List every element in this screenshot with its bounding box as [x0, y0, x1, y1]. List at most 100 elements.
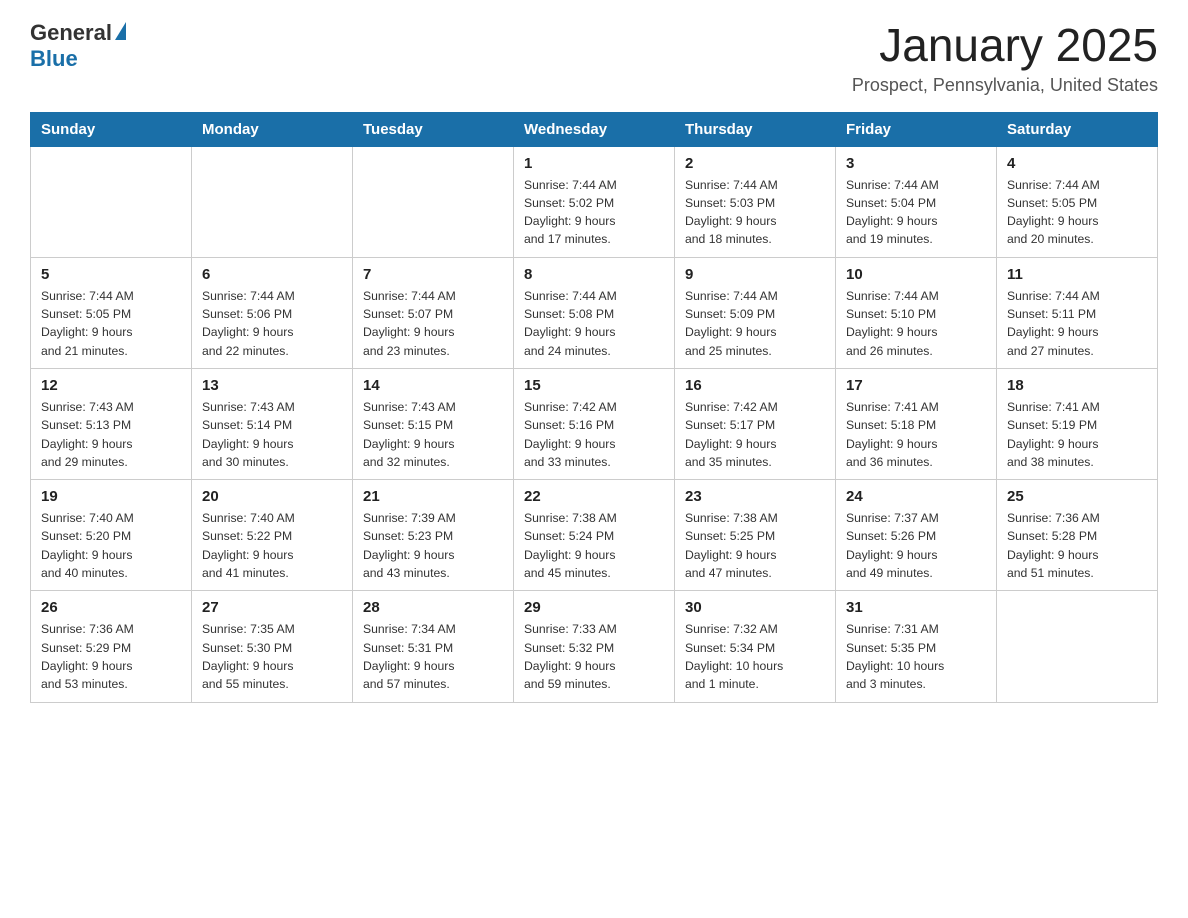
- day-number: 15: [524, 377, 664, 394]
- day-number: 14: [363, 377, 503, 394]
- calendar-cell: 19 Sunrise: 7:40 AMSunset: 5:20 PMDayligh…: [31, 480, 192, 591]
- day-info: Sunrise: 7:44 AMSunset: 5:09 PMDaylight:…: [685, 287, 825, 360]
- calendar-cell: 24 Sunrise: 7:37 AMSunset: 5:26 PMDayligh…: [836, 480, 997, 591]
- day-info: Sunrise: 7:42 AMSunset: 5:16 PMDaylight:…: [524, 398, 664, 471]
- day-number: 26: [41, 599, 181, 616]
- day-info: Sunrise: 7:38 AMSunset: 5:24 PMDaylight:…: [524, 509, 664, 582]
- day-number: 20: [202, 488, 342, 505]
- calendar-cell: 2 Sunrise: 7:44 AMSunset: 5:03 PMDaylight…: [675, 146, 836, 257]
- day-number: 4: [1007, 155, 1147, 172]
- day-number: 5: [41, 266, 181, 283]
- day-number: 9: [685, 266, 825, 283]
- calendar-cell: 15 Sunrise: 7:42 AMSunset: 5:16 PMDayligh…: [514, 368, 675, 479]
- calendar-cell: 6 Sunrise: 7:44 AMSunset: 5:06 PMDaylight…: [192, 257, 353, 368]
- calendar-cell: 22 Sunrise: 7:38 AMSunset: 5:24 PMDayligh…: [514, 480, 675, 591]
- day-info: Sunrise: 7:41 AMSunset: 5:19 PMDaylight:…: [1007, 398, 1147, 471]
- calendar-week-row: 19 Sunrise: 7:40 AMSunset: 5:20 PMDayligh…: [31, 480, 1158, 591]
- calendar-week-row: 5 Sunrise: 7:44 AMSunset: 5:05 PMDaylight…: [31, 257, 1158, 368]
- day-info: Sunrise: 7:44 AMSunset: 5:05 PMDaylight:…: [41, 287, 181, 360]
- day-number: 2: [685, 155, 825, 172]
- day-number: 10: [846, 266, 986, 283]
- day-number: 7: [363, 266, 503, 283]
- day-of-week-header: Thursday: [675, 112, 836, 146]
- calendar-cell: 9 Sunrise: 7:44 AMSunset: 5:09 PMDaylight…: [675, 257, 836, 368]
- day-number: 6: [202, 266, 342, 283]
- day-of-week-header: Saturday: [997, 112, 1158, 146]
- day-number: 8: [524, 266, 664, 283]
- day-number: 29: [524, 599, 664, 616]
- logo-blue-text: Blue: [30, 46, 78, 71]
- day-info: Sunrise: 7:44 AMSunset: 5:03 PMDaylight:…: [685, 176, 825, 249]
- day-info: Sunrise: 7:40 AMSunset: 5:22 PMDaylight:…: [202, 509, 342, 582]
- calendar-cell: 31Sunrise: 7:31 AMSunset: 5:35 PMDayligh…: [836, 591, 997, 702]
- day-info: Sunrise: 7:42 AMSunset: 5:17 PMDaylight:…: [685, 398, 825, 471]
- day-info: Sunrise: 7:44 AMSunset: 5:06 PMDaylight:…: [202, 287, 342, 360]
- day-info: Sunrise: 7:44 AMSunset: 5:10 PMDaylight:…: [846, 287, 986, 360]
- day-of-week-header: Sunday: [31, 112, 192, 146]
- calendar-week-row: 1Sunrise: 7:44 AMSunset: 5:02 PMDaylight…: [31, 146, 1158, 257]
- day-info: Sunrise: 7:37 AMSunset: 5:26 PMDaylight:…: [846, 509, 986, 582]
- calendar-cell: 1Sunrise: 7:44 AMSunset: 5:02 PMDaylight…: [514, 146, 675, 257]
- day-number: 12: [41, 377, 181, 394]
- calendar-cell: [192, 146, 353, 257]
- calendar-cell: 26 Sunrise: 7:36 AMSunset: 5:29 PMDayligh…: [31, 591, 192, 702]
- calendar-cell: 18 Sunrise: 7:41 AMSunset: 5:19 PMDayligh…: [997, 368, 1158, 479]
- calendar-cell: 10 Sunrise: 7:44 AMSunset: 5:10 PMDayligh…: [836, 257, 997, 368]
- day-number: 13: [202, 377, 342, 394]
- day-info: Sunrise: 7:43 AMSunset: 5:14 PMDaylight:…: [202, 398, 342, 471]
- calendar-cell: 12 Sunrise: 7:43 AMSunset: 5:13 PMDayligh…: [31, 368, 192, 479]
- logo-general-text: General: [30, 20, 112, 46]
- month-title: January 2025: [852, 20, 1158, 71]
- day-number: 27: [202, 599, 342, 616]
- page-header: General Blue January 2025 Prospect, Penn…: [30, 20, 1158, 96]
- day-info: Sunrise: 7:44 AMSunset: 5:04 PMDaylight:…: [846, 176, 986, 249]
- calendar-cell: [997, 591, 1158, 702]
- day-info: Sunrise: 7:35 AMSunset: 5:30 PMDaylight:…: [202, 620, 342, 693]
- day-info: Sunrise: 7:34 AMSunset: 5:31 PMDaylight:…: [363, 620, 503, 693]
- day-of-week-header: Wednesday: [514, 112, 675, 146]
- calendar-cell: 28Sunrise: 7:34 AMSunset: 5:31 PMDayligh…: [353, 591, 514, 702]
- calendar-cell: 25 Sunrise: 7:36 AMSunset: 5:28 PMDayligh…: [997, 480, 1158, 591]
- calendar-cell: 11Sunrise: 7:44 AMSunset: 5:11 PMDayligh…: [997, 257, 1158, 368]
- calendar-week-row: 26 Sunrise: 7:36 AMSunset: 5:29 PMDayligh…: [31, 591, 1158, 702]
- day-number: 23: [685, 488, 825, 505]
- day-info: Sunrise: 7:40 AMSunset: 5:20 PMDaylight:…: [41, 509, 181, 582]
- calendar-table: SundayMondayTuesdayWednesdayThursdayFrid…: [30, 112, 1158, 703]
- day-info: Sunrise: 7:44 AMSunset: 5:07 PMDaylight:…: [363, 287, 503, 360]
- calendar-cell: 13 Sunrise: 7:43 AMSunset: 5:14 PMDayligh…: [192, 368, 353, 479]
- day-info: Sunrise: 7:44 AMSunset: 5:08 PMDaylight:…: [524, 287, 664, 360]
- day-number: 21: [363, 488, 503, 505]
- location-text: Prospect, Pennsylvania, United States: [852, 75, 1158, 96]
- calendar-cell: 5 Sunrise: 7:44 AMSunset: 5:05 PMDaylight…: [31, 257, 192, 368]
- calendar-cell: 8 Sunrise: 7:44 AMSunset: 5:08 PMDaylight…: [514, 257, 675, 368]
- day-number: 19: [41, 488, 181, 505]
- logo-triangle-icon: [115, 22, 126, 40]
- day-of-week-header: Tuesday: [353, 112, 514, 146]
- calendar-cell: [353, 146, 514, 257]
- day-number: 18: [1007, 377, 1147, 394]
- logo: General Blue: [30, 20, 126, 72]
- calendar-cell: [31, 146, 192, 257]
- calendar-cell: 4Sunrise: 7:44 AMSunset: 5:05 PMDaylight…: [997, 146, 1158, 257]
- day-number: 22: [524, 488, 664, 505]
- day-number: 1: [524, 155, 664, 172]
- day-info: Sunrise: 7:36 AMSunset: 5:28 PMDaylight:…: [1007, 509, 1147, 582]
- calendar-cell: 20 Sunrise: 7:40 AMSunset: 5:22 PMDayligh…: [192, 480, 353, 591]
- calendar-cell: 14 Sunrise: 7:43 AMSunset: 5:15 PMDayligh…: [353, 368, 514, 479]
- day-info: Sunrise: 7:43 AMSunset: 5:15 PMDaylight:…: [363, 398, 503, 471]
- day-number: 25: [1007, 488, 1147, 505]
- day-number: 24: [846, 488, 986, 505]
- calendar-cell: 17Sunrise: 7:41 AMSunset: 5:18 PMDayligh…: [836, 368, 997, 479]
- calendar-cell: 27 Sunrise: 7:35 AMSunset: 5:30 PMDayligh…: [192, 591, 353, 702]
- day-info: Sunrise: 7:43 AMSunset: 5:13 PMDaylight:…: [41, 398, 181, 471]
- calendar-cell: 21 Sunrise: 7:39 AMSunset: 5:23 PMDayligh…: [353, 480, 514, 591]
- day-info: Sunrise: 7:39 AMSunset: 5:23 PMDaylight:…: [363, 509, 503, 582]
- day-number: 11: [1007, 266, 1147, 283]
- day-info: Sunrise: 7:38 AMSunset: 5:25 PMDaylight:…: [685, 509, 825, 582]
- calendar-week-row: 12 Sunrise: 7:43 AMSunset: 5:13 PMDayligh…: [31, 368, 1158, 479]
- day-number: 31: [846, 599, 986, 616]
- day-of-week-header: Monday: [192, 112, 353, 146]
- calendar-header-row: SundayMondayTuesdayWednesdayThursdayFrid…: [31, 112, 1158, 146]
- calendar-cell: 30Sunrise: 7:32 AMSunset: 5:34 PMDayligh…: [675, 591, 836, 702]
- day-info: Sunrise: 7:36 AMSunset: 5:29 PMDaylight:…: [41, 620, 181, 693]
